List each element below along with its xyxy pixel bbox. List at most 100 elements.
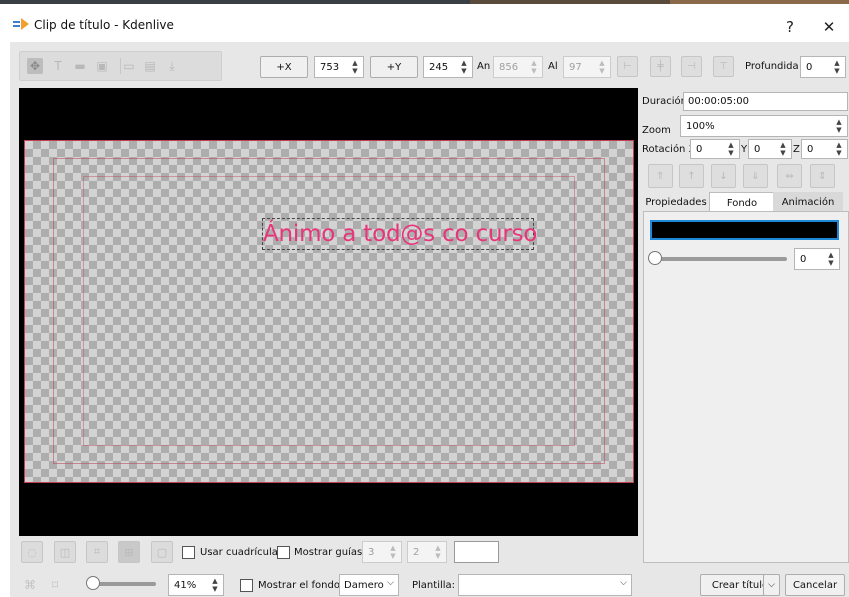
tool-group: ✥ T ▬ ▣ ▭ ▤ ⤓ bbox=[19, 51, 222, 81]
open-document-icon[interactable]: ▭ bbox=[120, 58, 137, 74]
use-grid-checkbox[interactable] bbox=[182, 546, 195, 559]
select-all-icon[interactable]: ◫ bbox=[54, 541, 76, 563]
raise-icon[interactable]: ↑ bbox=[679, 164, 704, 188]
window-title: Clip de título - Kdenlive bbox=[34, 18, 174, 32]
desktop-strip-mid bbox=[470, 0, 670, 4]
desktop-strip-right bbox=[670, 0, 849, 4]
desktop-strip-left bbox=[0, 0, 470, 4]
chevron-down-icon: ⌵ bbox=[387, 578, 394, 588]
show-background-checkbox[interactable] bbox=[240, 579, 253, 592]
opacity-slider-track[interactable] bbox=[652, 257, 787, 261]
show-guides-label: Mostrar guías bbox=[294, 547, 363, 558]
depth-spinbox[interactable]: 0 ▲ ▼ bbox=[800, 56, 846, 78]
image-tool-icon[interactable]: ▣ bbox=[94, 58, 110, 74]
rotation-z-value: 0 bbox=[807, 143, 814, 155]
zoom-fit-icon[interactable]: ⌘ bbox=[24, 578, 36, 592]
rotation-y-spinbox[interactable]: 0 ▲ ▼ bbox=[748, 139, 792, 159]
raise-to-top-icon[interactable]: ⇑ bbox=[648, 164, 673, 188]
x-spin-arrows-icon[interactable]: ▲ ▼ bbox=[350, 59, 360, 77]
rotation-z-arrows-icon[interactable]: ▲ ▼ bbox=[834, 141, 844, 159]
help-button[interactable]: ? bbox=[770, 12, 810, 42]
rectangle-tool-icon[interactable]: ▬ bbox=[72, 58, 88, 74]
height-spin-arrows-icon[interactable]: ▲ ▼ bbox=[597, 59, 607, 77]
x-spinbox[interactable]: 753 ▲ ▼ bbox=[314, 56, 364, 78]
guides-vertical-spinbox[interactable]: 2 ▲ ▼ bbox=[407, 541, 447, 563]
zoom-value: 100% bbox=[686, 120, 715, 132]
opacity-spinbox[interactable]: 0 ▲ ▼ bbox=[794, 248, 840, 270]
tab-propiedades[interactable]: Propiedades bbox=[643, 192, 709, 212]
duration-field[interactable]: 00:00:05:00 bbox=[683, 92, 848, 111]
background-color-button[interactable] bbox=[650, 220, 839, 240]
select-rect-icon[interactable]: ⊞ bbox=[118, 541, 140, 563]
rotation-x-value: 0 bbox=[696, 143, 703, 155]
canvas-text-item[interactable]: Ánimo a tod@s co curso bbox=[262, 218, 537, 250]
opacity-spin-arrows-icon[interactable]: ▲ ▼ bbox=[826, 251, 836, 269]
create-title-menu-chevron-icon[interactable]: ⌵ bbox=[763, 574, 780, 596]
template-combo[interactable]: ⌵ bbox=[458, 574, 632, 596]
guide-color-button[interactable] bbox=[454, 541, 499, 563]
rotation-x-arrows-icon[interactable]: ▲ ▼ bbox=[726, 141, 736, 159]
align-hcenter-icon[interactable]: ╪ bbox=[650, 56, 671, 77]
lower-icon[interactable]: ↓ bbox=[711, 164, 736, 188]
properties-tabs: Propiedades Fondo Animación bbox=[643, 192, 847, 213]
rotation-z-label: Z bbox=[793, 144, 800, 155]
chevron-down-icon: ⌵ bbox=[620, 578, 627, 588]
depth-value: 0 bbox=[806, 61, 813, 73]
zoom-spinbox[interactable]: 100% ▲ ▼ bbox=[680, 115, 848, 137]
flip-horizontal-icon[interactable]: ⇔ bbox=[777, 164, 802, 188]
zoom-percent-spinbox[interactable]: 41% ▲ ▼ bbox=[168, 574, 224, 596]
select-image-icon[interactable]: ▢ bbox=[151, 541, 173, 563]
tab-animacion[interactable]: Animación bbox=[773, 192, 843, 212]
show-background-label: Mostrar el fondo bbox=[258, 580, 340, 591]
width-spinbox[interactable]: 856 ▲ ▼ bbox=[493, 56, 543, 78]
rotation-y-value: 0 bbox=[754, 143, 761, 155]
width-spin-arrows-icon[interactable]: ▲ ▼ bbox=[529, 59, 539, 77]
duration-value: 00:00:05:00 bbox=[688, 96, 750, 107]
duration-label: Duración bbox=[642, 96, 688, 107]
guides-horizontal-spinbox[interactable]: 3 ▲ ▼ bbox=[362, 541, 402, 563]
text-tool-icon[interactable]: T bbox=[50, 58, 66, 74]
y-button[interactable]: +Y bbox=[370, 56, 418, 78]
guides-v-arrows-icon[interactable]: ▲ ▼ bbox=[433, 544, 443, 562]
rotation-z-spinbox[interactable]: 0 ▲ ▼ bbox=[801, 139, 848, 159]
zoom-spin-arrows-icon[interactable]: ▲ ▼ bbox=[834, 118, 844, 136]
safe-area-guide-inner bbox=[83, 176, 575, 446]
guides-vertical-value: 2 bbox=[413, 546, 420, 558]
rotation-label: Rotación X bbox=[642, 144, 696, 155]
kdenlive-app-icon bbox=[13, 17, 30, 31]
rotation-y-arrows-icon[interactable]: ▲ ▼ bbox=[778, 141, 788, 159]
select-tool-icon[interactable]: ✥ bbox=[27, 58, 43, 74]
y-value: 245 bbox=[429, 61, 449, 73]
save-document-icon[interactable]: ▤ bbox=[142, 58, 158, 74]
flip-vertical-icon[interactable]: ⇕ bbox=[810, 164, 835, 188]
align-right-icon[interactable]: ⊣ bbox=[681, 56, 702, 77]
rotation-y-label: Y bbox=[741, 144, 748, 155]
height-spinbox[interactable]: 97 ▲ ▼ bbox=[563, 56, 611, 78]
cancel-button[interactable]: Cancelar bbox=[785, 574, 845, 596]
zoom-percent-arrows-icon[interactable]: ▲ ▼ bbox=[210, 577, 220, 595]
select-text-icon[interactable]: ⌗ bbox=[86, 541, 108, 563]
zoom-label: Zoom bbox=[642, 125, 671, 136]
guides-h-arrows-icon[interactable]: ▲ ▼ bbox=[388, 544, 398, 562]
rotation-x-spinbox[interactable]: 0 ▲ ▼ bbox=[690, 139, 740, 159]
align-left-icon[interactable]: ⊢ bbox=[617, 56, 638, 77]
height-label: Al bbox=[548, 61, 558, 72]
depth-spin-arrows-icon[interactable]: ▲ ▼ bbox=[832, 59, 842, 77]
align-top-icon[interactable]: ⊤ bbox=[713, 56, 734, 77]
guides-horizontal-value: 3 bbox=[368, 546, 375, 558]
template-label: Plantilla: bbox=[412, 580, 456, 591]
y-spin-arrows-icon[interactable]: ▲ ▼ bbox=[459, 59, 469, 77]
zoom-original-icon[interactable]: ⌑ bbox=[52, 578, 58, 592]
background-mode-value: Damero bbox=[344, 579, 384, 591]
lower-to-bottom-icon[interactable]: ⇓ bbox=[743, 164, 768, 188]
unselect-icon[interactable]: ◌ bbox=[21, 541, 43, 563]
show-guides-checkbox[interactable] bbox=[277, 546, 290, 559]
close-button[interactable]: ✕ bbox=[809, 12, 849, 42]
opacity-slider-handle[interactable] bbox=[648, 251, 662, 265]
zoom-slider-handle[interactable] bbox=[86, 576, 100, 590]
y-spinbox[interactable]: 245 ▲ ▼ bbox=[423, 56, 473, 78]
tab-fondo[interactable]: Fondo bbox=[709, 192, 775, 213]
background-mode-combo[interactable]: Damero ⌵ bbox=[339, 574, 399, 596]
x-button[interactable]: +X bbox=[260, 56, 308, 78]
download-icon[interactable]: ⤓ bbox=[164, 58, 180, 74]
